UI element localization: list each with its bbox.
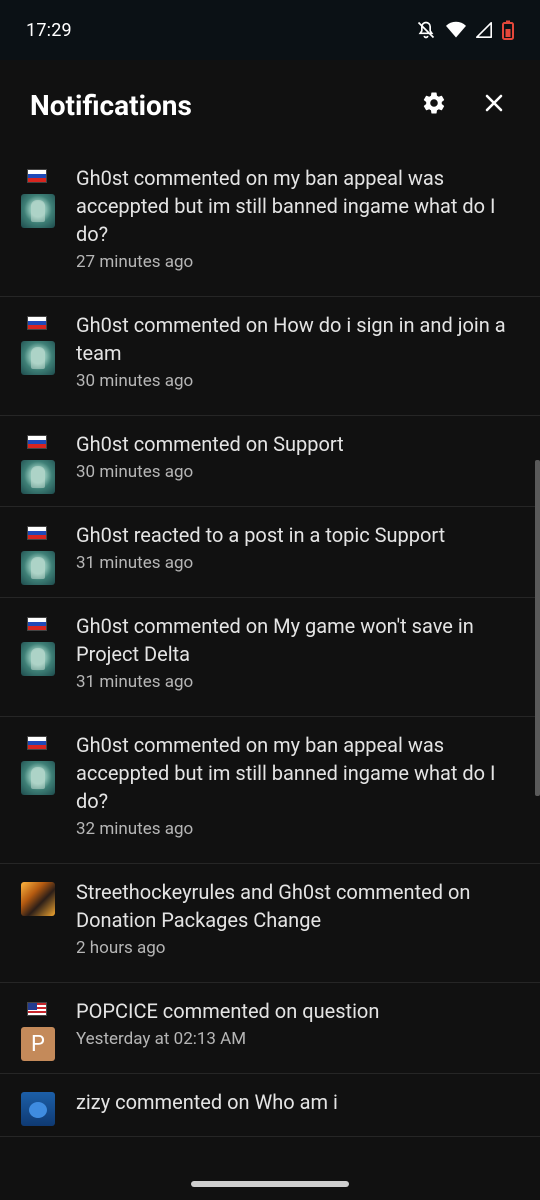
notification-text: Gh0st commented on my ban appeal was acc… <box>76 733 496 813</box>
russia-flag-icon <box>27 736 47 750</box>
notification-item[interactable]: Gh0st reacted to a post in a topic Suppo… <box>0 507 540 598</box>
notification-item[interactable]: P POPCICE commented on question Yesterda… <box>0 983 540 1074</box>
close-button[interactable] <box>471 82 517 128</box>
navigation-bar <box>0 1170 540 1200</box>
wifi-icon <box>446 21 466 39</box>
notification-item[interactable]: Gh0st commented on How do i sign in and … <box>0 297 540 416</box>
battery-icon <box>502 20 514 40</box>
status-time: 17:29 <box>26 19 72 41</box>
notification-item[interactable]: Gh0st commented on my ban appeal was acc… <box>0 150 540 297</box>
signal-icon <box>476 22 492 38</box>
notification-time: 32 minutes ago <box>76 819 194 839</box>
notification-text: Streethockeyrules and Gh0st commented on… <box>76 880 471 932</box>
notification-time: 27 minutes ago <box>76 252 194 272</box>
scrollbar[interactable] <box>535 460 540 796</box>
russia-flag-icon <box>27 617 47 631</box>
status-icons <box>416 20 514 40</box>
avatar[interactable] <box>21 642 55 676</box>
notification-item[interactable]: Gh0st commented on Support 30 minutes ag… <box>0 416 540 507</box>
notification-text: Gh0st commented on Support <box>76 432 344 456</box>
notification-list: Gh0st commented on my ban appeal was acc… <box>0 150 540 1170</box>
status-bar: 17:29 <box>0 0 540 60</box>
usa-flag-icon <box>27 1002 47 1016</box>
avatar[interactable] <box>21 551 55 585</box>
close-icon <box>484 93 504 117</box>
notification-text: zizy commented on Who am i <box>76 1090 338 1114</box>
notification-text: Gh0st commented on my ban appeal was acc… <box>76 166 496 246</box>
notification-time: 30 minutes ago <box>76 371 194 391</box>
avatar[interactable] <box>21 761 55 795</box>
russia-flag-icon <box>27 526 47 540</box>
avatar[interactable] <box>21 1092 55 1126</box>
avatar[interactable] <box>21 194 55 228</box>
home-gesture-handle[interactable] <box>191 1181 349 1187</box>
notification-text: Gh0st commented on How do i sign in and … <box>76 313 506 365</box>
notification-time: 31 minutes ago <box>76 672 194 692</box>
gear-icon <box>421 90 447 120</box>
notification-item[interactable]: Streethockeyrules and Gh0st commented on… <box>0 864 540 983</box>
avatar[interactable] <box>21 882 55 916</box>
settings-button[interactable] <box>411 82 457 128</box>
notification-time: 30 minutes ago <box>76 462 194 482</box>
avatar[interactable]: P <box>21 1027 55 1061</box>
avatar[interactable] <box>21 341 55 375</box>
notification-item[interactable]: Gh0st commented on My game won't save in… <box>0 598 540 717</box>
header: Notifications <box>0 60 540 150</box>
notification-item[interactable]: Gh0st commented on my ban appeal was acc… <box>0 717 540 864</box>
avatar[interactable] <box>21 460 55 494</box>
notification-text: Gh0st reacted to a post in a topic Suppo… <box>76 523 446 547</box>
russia-flag-icon <box>27 435 47 449</box>
russia-flag-icon <box>27 169 47 183</box>
notification-text: POPCICE commented on question <box>76 999 380 1023</box>
russia-flag-icon <box>27 316 47 330</box>
notification-time: 2 hours ago <box>76 938 166 958</box>
page-title: Notifications <box>30 88 192 122</box>
bell-off-icon <box>416 20 436 40</box>
notification-time: Yesterday at 02:13 AM <box>76 1029 247 1049</box>
notification-text: Gh0st commented on My game won't save in… <box>76 614 474 666</box>
notification-item[interactable]: zizy commented on Who am i <box>0 1074 540 1137</box>
notification-time: 31 minutes ago <box>76 553 194 573</box>
